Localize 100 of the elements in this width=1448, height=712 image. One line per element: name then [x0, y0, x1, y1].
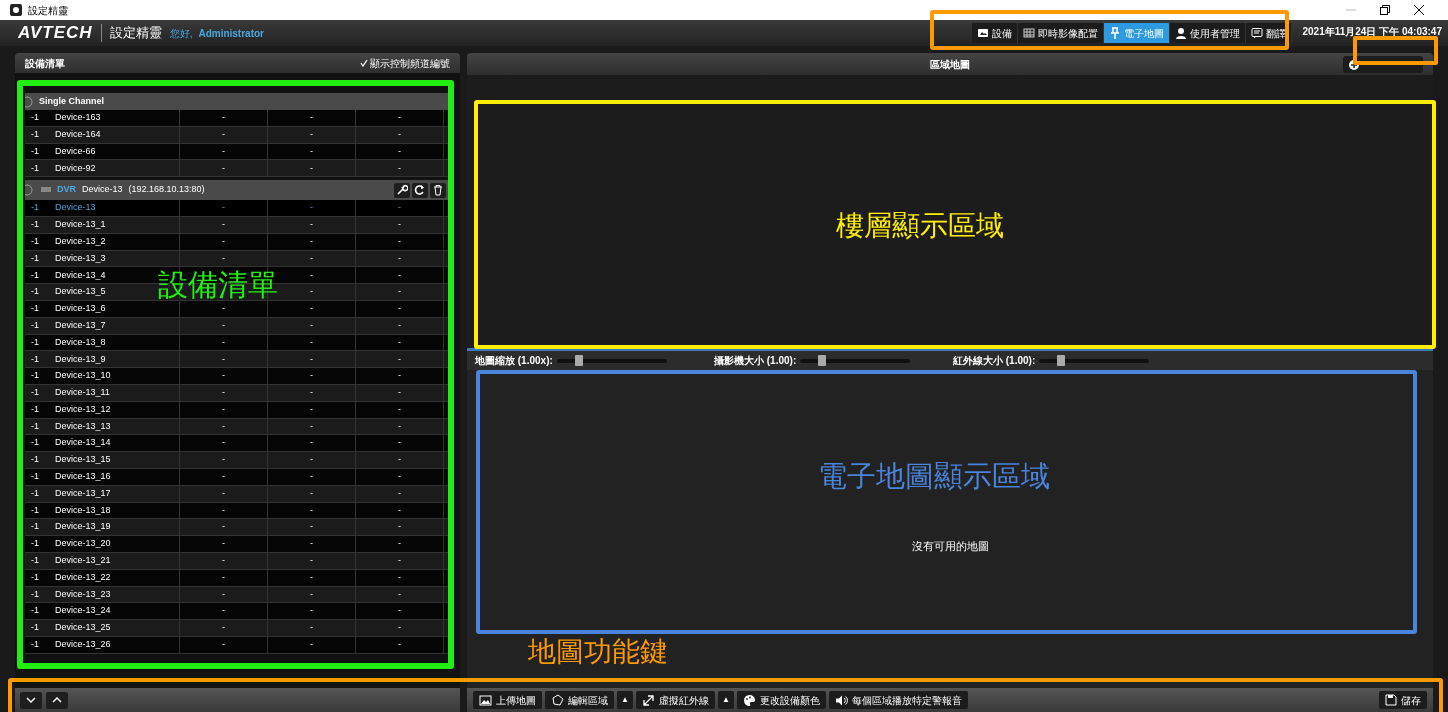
- refresh-icon: [414, 184, 426, 197]
- scroll-down-button[interactable]: [20, 691, 42, 709]
- table-cell: -: [268, 334, 356, 351]
- wrench-icon: [396, 184, 408, 197]
- table-cell: -: [180, 586, 268, 603]
- table-cell: -: [180, 317, 268, 334]
- table-cell: -: [356, 552, 444, 569]
- device-name: Device-13_15: [55, 452, 180, 468]
- device-row[interactable]: -1 Device-13_9 - - -: [25, 351, 450, 369]
- device-row[interactable]: -1 Device-13 - - -: [25, 200, 450, 217]
- show-channel-checkbox[interactable]: 顯示控制頻道編號: [360, 55, 450, 71]
- channel-number: -1: [30, 402, 40, 416]
- device-address: (192.168.10.13:80): [128, 183, 205, 197]
- device-name: Device-13_12: [55, 401, 180, 418]
- dropdown-button[interactable]: ▲: [617, 691, 633, 709]
- trash-button[interactable]: [430, 182, 446, 198]
- table-cell: -: [180, 334, 268, 351]
- device-row[interactable]: -1 Device-13_10 - - -: [25, 368, 450, 385]
- panel-title: 設備清單: [25, 56, 65, 71]
- channel-number: -1: [30, 554, 40, 568]
- table-cell: -: [268, 110, 356, 126]
- slider-thumb[interactable]: [574, 354, 583, 366]
- table-cell: -: [180, 502, 268, 519]
- channel-number: -1: [30, 369, 40, 383]
- toolbar-button[interactable]: 上傳地圖: [473, 691, 542, 709]
- group-header[interactable]: DVR Device-13 (192.168.10.13:80): [25, 180, 450, 201]
- device-row[interactable]: -1 Device-13_25 - - -: [25, 620, 450, 637]
- table-cell: -: [180, 233, 268, 250]
- device-row[interactable]: -1 Device-92 - - -: [25, 160, 450, 178]
- trash-icon: [432, 184, 444, 197]
- device-row[interactable]: -1 Device-13_19 - - -: [25, 519, 450, 537]
- slider-thumb[interactable]: [1057, 354, 1066, 366]
- scroll-up-button[interactable]: [46, 691, 68, 709]
- channel-number: -1: [30, 570, 40, 584]
- device-row[interactable]: -1 Device-13_24 - - -: [25, 603, 450, 621]
- app-icon: [10, 4, 22, 16]
- group-header[interactable]: Single Channel: [25, 93, 450, 110]
- toolbar-button[interactable]: 更改設備顏色: [737, 691, 826, 709]
- table-cell: -: [268, 126, 356, 143]
- device-name: Device-13_26: [55, 636, 180, 653]
- device-row[interactable]: -1 Device-13_14 - - -: [25, 435, 450, 453]
- channel-number: -1: [30, 302, 40, 316]
- table-cell: -: [356, 401, 444, 418]
- slider-thumb[interactable]: [818, 354, 827, 366]
- channel-number: -1: [30, 251, 40, 265]
- close-icon[interactable]: [1414, 5, 1424, 15]
- date-time: 2021年11月24日 下午 04:03:47: [1302, 24, 1442, 39]
- device-name: Device-13_17: [55, 485, 180, 502]
- toolbar-button[interactable]: 編輯區域: [545, 691, 614, 709]
- device-name: Device-13_20: [55, 536, 180, 552]
- greeting: 您好,: [169, 26, 193, 41]
- dropdown-button[interactable]: ▲: [718, 691, 734, 709]
- table-cell: -: [356, 200, 444, 216]
- image-icon: [479, 693, 492, 707]
- table-cell: -: [356, 603, 444, 620]
- channel-number: -1: [30, 604, 40, 618]
- table-cell: -: [268, 217, 356, 233]
- toolbar-button[interactable]: 虛擬紅外線: [636, 691, 715, 709]
- table-cell: -: [356, 317, 444, 334]
- table-cell: -: [180, 384, 268, 401]
- device-name: Device-164: [55, 126, 180, 143]
- table-cell: -: [356, 110, 444, 126]
- table-cell: -: [268, 250, 356, 267]
- device-row[interactable]: -1 Device-13_20 - - -: [25, 536, 450, 553]
- device-name: Device-13_22: [55, 569, 180, 586]
- table-cell: -: [268, 401, 356, 418]
- device-row[interactable]: -1 Device-13_15 - - -: [25, 452, 450, 469]
- device-type: DVR: [57, 183, 76, 197]
- channel-number: -1: [30, 111, 40, 125]
- channel-number: -1: [30, 161, 40, 175]
- table-cell: -: [356, 334, 444, 351]
- device-name: Device-163: [55, 110, 180, 126]
- table-cell: -: [180, 401, 268, 418]
- device-name: Device-13: [55, 200, 180, 216]
- user-icon: [1175, 27, 1188, 39]
- table-cell: -: [268, 351, 356, 368]
- table-cell: -: [180, 110, 268, 126]
- channel-number: -1: [30, 436, 40, 450]
- table-cell: -: [268, 435, 356, 452]
- table-cell: -: [356, 267, 444, 284]
- save-button[interactable]: 儲存: [1379, 691, 1427, 709]
- device-name: Device-13_1: [55, 217, 180, 233]
- wrench-button[interactable]: [394, 182, 410, 198]
- device-name: Device-13_6: [55, 300, 180, 317]
- toolbar-button[interactable]: 每個區域播放特定警報音: [829, 691, 968, 709]
- table-cell: -: [180, 143, 268, 160]
- channel-number: -1: [30, 470, 40, 484]
- device-name: Device-13_16: [55, 468, 180, 485]
- channel-number: -1: [30, 335, 40, 349]
- channel-number: -1: [30, 268, 40, 282]
- table-cell: -: [268, 603, 356, 620]
- table-cell: -: [180, 519, 268, 536]
- table-cell: -: [268, 586, 356, 603]
- table-cell: -: [180, 569, 268, 586]
- table-cell: -: [180, 368, 268, 384]
- table-cell: -: [268, 160, 356, 177]
- refresh-button[interactable]: [412, 182, 428, 198]
- device-row[interactable]: -1 Device-163 - - -: [25, 110, 450, 127]
- nav-tab[interactable]: 設備: [972, 23, 1019, 43]
- restore-icon[interactable]: [1380, 5, 1390, 15]
